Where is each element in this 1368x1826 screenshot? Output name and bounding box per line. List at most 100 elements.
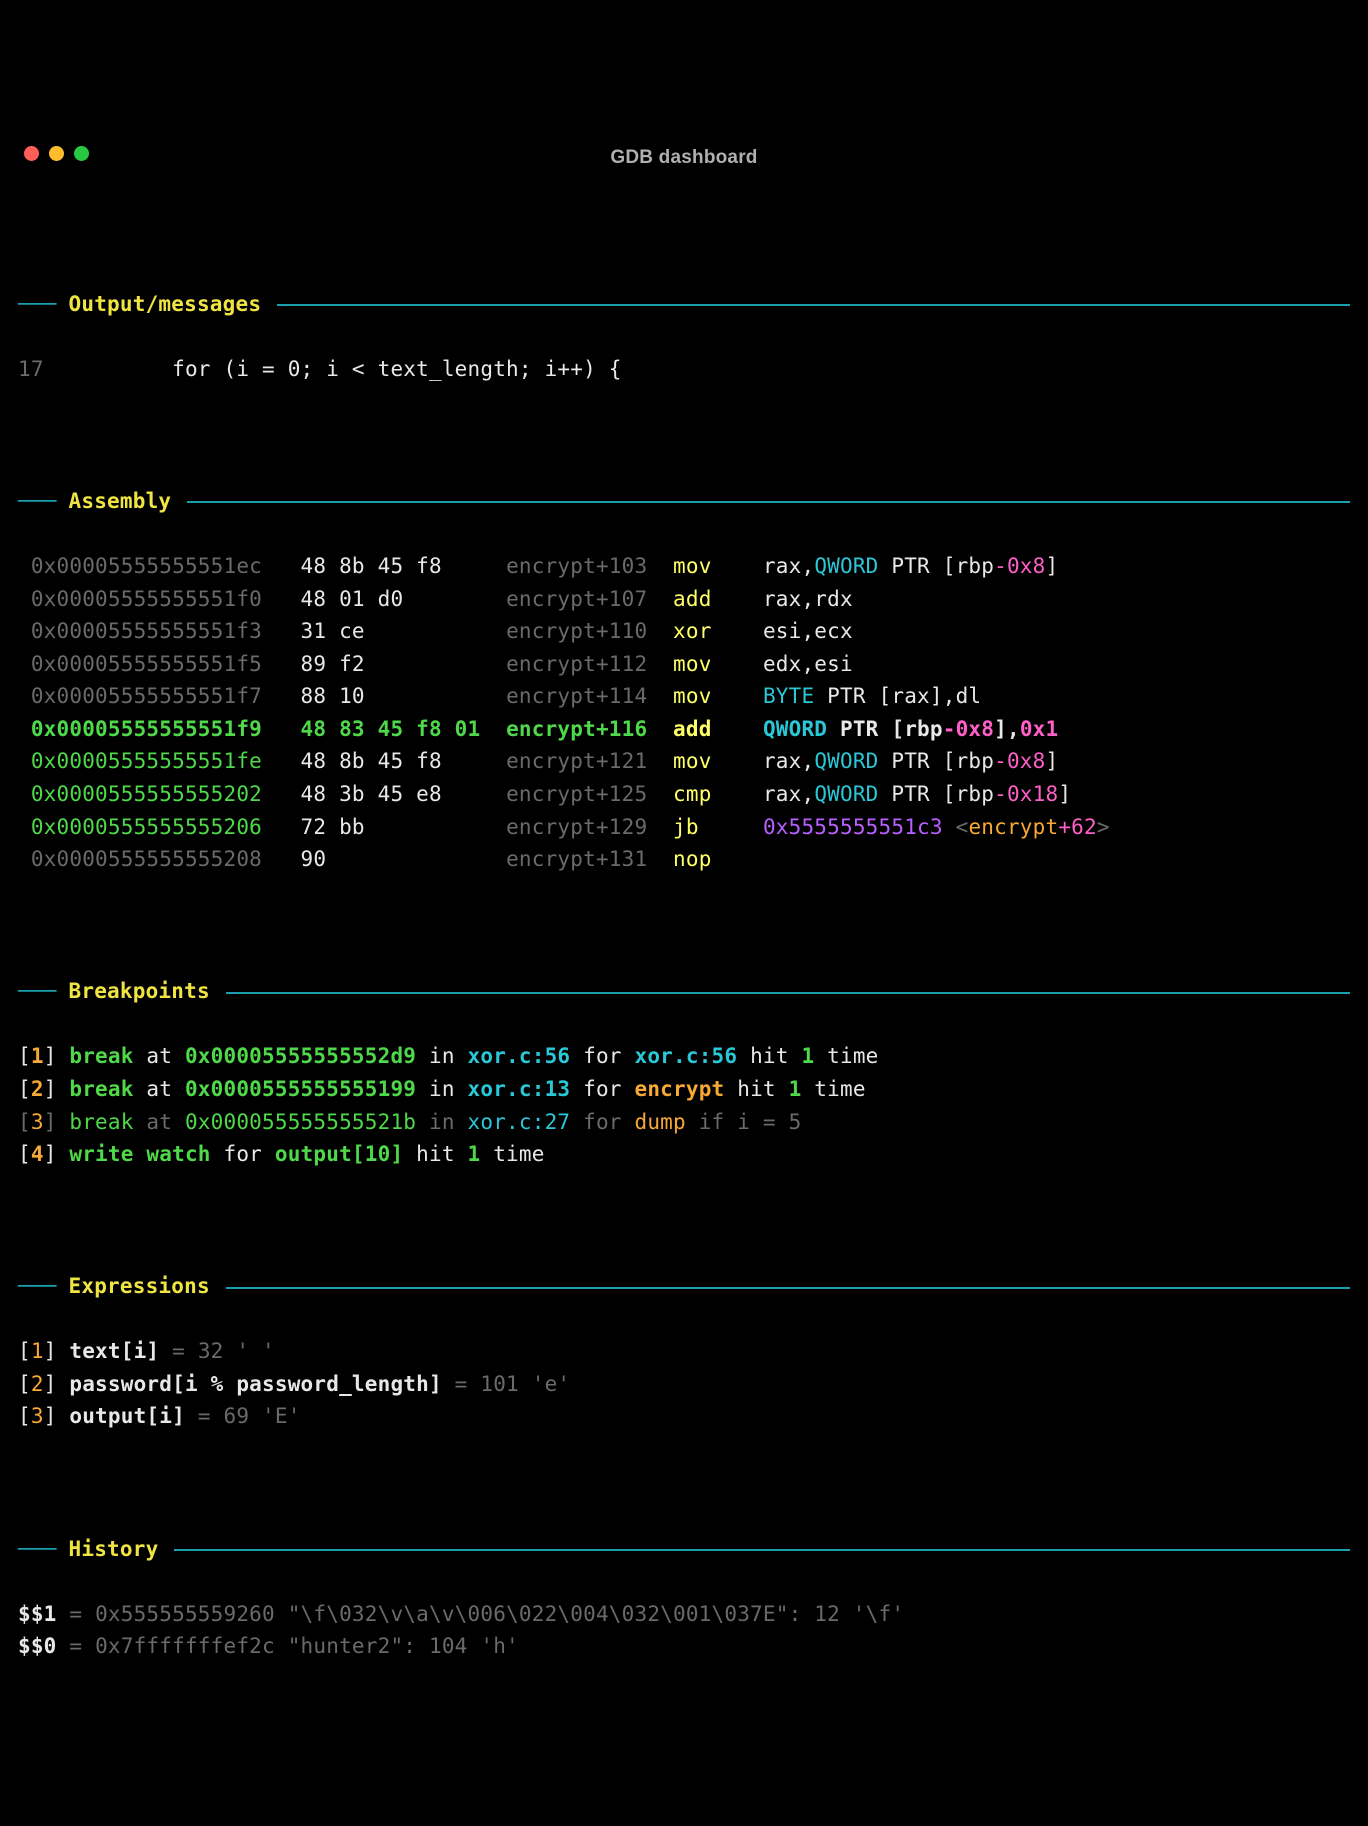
bp-num: 4	[31, 1142, 44, 1166]
asm-loc: encrypt+125	[506, 782, 660, 806]
expression-row: [1] text[i] = 32 ' '	[18, 1335, 1350, 1368]
asm-operand: ],	[994, 717, 1020, 741]
asm-op: mov	[660, 684, 737, 708]
asm-op: mov	[660, 554, 737, 578]
asm-op: nop	[660, 847, 737, 871]
bp-cond: if i = 5	[686, 1110, 802, 1134]
bracket-icon: [	[18, 1077, 31, 1101]
bp-time: time	[814, 1044, 878, 1068]
bp-loc: xor.c:27	[468, 1110, 571, 1134]
zoom-icon[interactable]	[74, 146, 89, 161]
asm-row: 0x0000555555555202 48 3b 45 e8 encrypt+1…	[18, 778, 1350, 811]
asm-operand: esi,ecx	[763, 619, 853, 643]
asm-loc: encrypt+121	[506, 749, 660, 773]
asm-operand: 0x5555555551c3	[763, 815, 943, 839]
bp-loc: xor.c:56	[468, 1044, 571, 1068]
history-row: $$1 = 0x555555559260 "\f\032\v\a\v\006\0…	[18, 1598, 1350, 1631]
asm-operand: rax,	[763, 782, 814, 806]
expression-row: [2] password[i % password_length] = 101 …	[18, 1368, 1350, 1401]
asm-loc: encrypt+131	[506, 847, 660, 871]
asm-operand: -0x8	[943, 717, 994, 741]
bp-target: encrypt	[635, 1077, 725, 1101]
bracket-icon: [	[18, 1404, 31, 1428]
asm-addr: 0x00005555555551f7	[18, 684, 288, 708]
asm-operand: +62	[1058, 815, 1097, 839]
hist-eq: =	[57, 1602, 96, 1626]
bp-in: in	[416, 1110, 467, 1134]
bp-at: at	[134, 1077, 185, 1101]
asm-op: add	[660, 717, 737, 741]
expr-name: password[i % password_length]	[69, 1372, 441, 1396]
bp-num: 1	[31, 1044, 44, 1068]
bp-for: for	[570, 1110, 634, 1134]
bracket-icon: ]	[44, 1404, 70, 1428]
asm-operand: QWORD	[814, 554, 878, 578]
bp-addr: 0x0000555555555199	[185, 1077, 416, 1101]
bp-hit-n: 1	[801, 1044, 814, 1068]
lineno: 17	[18, 357, 44, 381]
asm-bytes: 48 83 45 f8 01	[288, 717, 506, 741]
asm-bytes: 88 10	[288, 684, 506, 708]
asm-bytes: 48 01 d0	[288, 587, 506, 611]
asm-bytes: 72 bb	[288, 815, 506, 839]
section-breakpoints: ─── Breakpoints	[18, 975, 1350, 1008]
asm-bytes: 90	[288, 847, 506, 871]
breakpoint-row: [3] break at 0x000055555555521b in xor.c…	[18, 1106, 1350, 1139]
rule-left: ───	[18, 485, 57, 518]
window-title: GDB dashboard	[610, 143, 757, 172]
bracket-icon: [	[18, 1110, 31, 1134]
bp-hit: hit	[724, 1077, 788, 1101]
expr-eq: =	[185, 1404, 224, 1428]
history-listing: $$1 = 0x555555559260 "\f\032\v\a\v\006\0…	[18, 1598, 1350, 1663]
asm-loc: encrypt+116	[506, 717, 660, 741]
rule-left: ───	[18, 288, 57, 321]
bp-in: in	[416, 1077, 467, 1101]
bp-for: for	[570, 1044, 634, 1068]
close-icon[interactable]	[24, 146, 39, 161]
expr-name: output[i]	[69, 1404, 185, 1428]
hist-val: 0x7fffffffef2c "hunter2": 104 'h'	[95, 1634, 519, 1658]
asm-row: 0x00005555555551f5 89 f2 encrypt+112 mov…	[18, 648, 1350, 681]
code: for (i = 0; i < text_length; i++) {	[44, 357, 622, 381]
breakpoint-row: [2] break at 0x0000555555555199 in xor.c…	[18, 1073, 1350, 1106]
asm-operand: QWORD	[814, 749, 878, 773]
expr-val: 69 'E'	[224, 1404, 301, 1428]
bracket-icon: ]	[44, 1339, 70, 1363]
bp-hit-n: 1	[468, 1142, 481, 1166]
asm-op: cmp	[660, 782, 737, 806]
minimize-icon[interactable]	[49, 146, 64, 161]
bp-for: for	[211, 1142, 275, 1166]
hist-eq: =	[57, 1634, 96, 1658]
asm-operand: edx,esi	[763, 652, 853, 676]
bp-kind: break	[69, 1077, 133, 1101]
bp-hit-n: 1	[789, 1077, 802, 1101]
expr-num: 1	[31, 1339, 44, 1363]
traffic-lights	[24, 146, 89, 161]
hist-name: $$1	[18, 1602, 57, 1626]
asm-row: 0x0000555555555206 72 bb encrypt+129 jb …	[18, 811, 1350, 844]
asm-operand: -0x18	[994, 782, 1058, 806]
rule-right	[277, 304, 1350, 306]
section-label: Breakpoints	[69, 975, 210, 1008]
asm-operand: ]	[1046, 554, 1059, 578]
asm-row: 0x00005555555551f0 48 01 d0 encrypt+107 …	[18, 583, 1350, 616]
asm-row: 0x00005555555551f3 31 ce encrypt+110 xor…	[18, 615, 1350, 648]
rule-left: ───	[18, 975, 57, 1008]
section-label: Assembly	[69, 485, 172, 518]
bp-kind: write watch	[69, 1142, 210, 1166]
asm-op: xor	[660, 619, 737, 643]
hist-val: 0x555555559260 "\f\032\v\a\v\006\022\004…	[95, 1602, 904, 1626]
expressions-listing: [1] text[i] = 32 ' '[2] password[i % pas…	[18, 1335, 1350, 1433]
asm-addr: 0x00005555555551fe	[18, 749, 288, 773]
section-history: ─── History	[18, 1533, 1350, 1566]
section-label: Expressions	[69, 1270, 210, 1303]
bracket-icon: [	[18, 1142, 31, 1166]
bp-loc: xor.c:13	[468, 1077, 571, 1101]
breakpoint-row: [1] break at 0x00005555555552d9 in xor.c…	[18, 1040, 1350, 1073]
bp-at: at	[134, 1044, 185, 1068]
assembly-listing: 0x00005555555551ec 48 8b 45 f8 encrypt+1…	[18, 550, 1350, 875]
bp-kind: break	[69, 1044, 133, 1068]
asm-row: 0x00005555555551f9 48 83 45 f8 01 encryp…	[18, 713, 1350, 746]
asm-bytes: 31 ce	[288, 619, 506, 643]
asm-operand: 0x1	[1020, 717, 1059, 741]
